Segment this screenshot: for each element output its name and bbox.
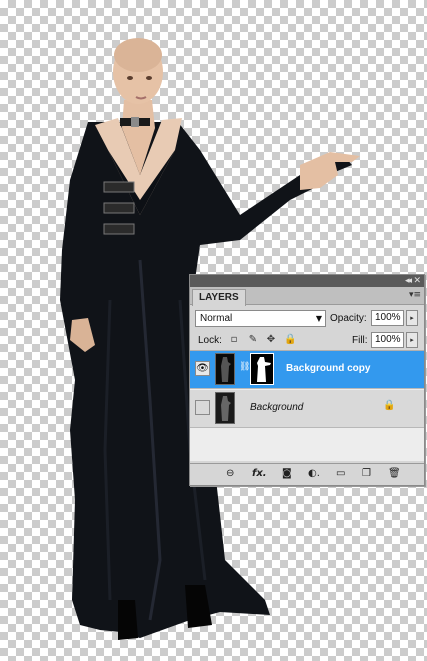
lock-icon: 🔒: [383, 400, 396, 411]
panel-titlebar[interactable]: ◂◂ ✕: [190, 275, 424, 287]
new-layer-icon[interactable]: ❐: [362, 468, 371, 480]
lock-fill-row: Lock: ▫ ✎ ✥ 🔒 Fill: 100% ▸: [190, 329, 424, 351]
eye-icon[interactable]: 👁: [195, 361, 210, 376]
tab-layers[interactable]: LAYERS: [192, 289, 246, 306]
blend-mode-select[interactable]: Normal ▼: [195, 310, 326, 327]
visibility-toggle-empty[interactable]: [195, 400, 210, 415]
fill-input[interactable]: 100%: [371, 332, 404, 348]
mask-link-icon[interactable]: ⛓: [239, 362, 250, 372]
lock-image-pixels-icon[interactable]: ✎: [247, 334, 259, 346]
blend-opacity-row: Normal ▼ Opacity: 100% ▸: [190, 305, 424, 329]
lock-all-icon[interactable]: 🔒: [284, 334, 296, 346]
new-group-icon[interactable]: ▭: [336, 468, 345, 480]
lock-transparent-pixels-icon[interactable]: ▫: [228, 334, 240, 346]
panel-tabs: LAYERS ▾≡: [190, 287, 424, 306]
fill-label: Fill:: [352, 335, 368, 346]
opacity-label: Opacity:: [330, 313, 367, 324]
layers-list: 👁 ⛓ Background copy Background 🔒: [190, 351, 424, 461]
layer-mask-thumbnail[interactable]: [250, 353, 274, 385]
lock-position-icon[interactable]: ✥: [265, 334, 277, 346]
adjustment-layer-icon[interactable]: ◐.: [308, 468, 320, 480]
blend-mode-value: Normal: [200, 313, 233, 324]
opacity-input[interactable]: 100%: [371, 310, 404, 326]
layers-bottom-toolbar: ⊖ fx. ◙ ◐. ▭ ❐ 🗑: [190, 463, 424, 485]
layer-thumbnail: [215, 353, 235, 385]
layer-name: Background: [250, 402, 304, 413]
lock-label: Lock:: [198, 335, 222, 346]
layer-row-background[interactable]: Background 🔒: [190, 390, 424, 428]
delete-layer-icon[interactable]: 🗑: [388, 468, 401, 480]
link-layers-icon[interactable]: ⊖: [226, 468, 234, 480]
chevron-down-icon: ▼: [315, 314, 322, 323]
layer-name: Background copy: [286, 363, 371, 374]
panel-menu-icon[interactable]: ▾≡: [409, 290, 421, 300]
layer-row-background-copy[interactable]: 👁 ⛓ Background copy: [190, 351, 424, 389]
layers-panel: ◂◂ ✕ LAYERS ▾≡ Normal ▼ Opacity: 100% ▸ …: [189, 274, 425, 486]
pointing-hand-shape: [300, 152, 360, 190]
add-mask-icon[interactable]: ◙: [282, 468, 292, 480]
opacity-slider-button[interactable]: ▸: [406, 310, 418, 326]
fill-slider-button[interactable]: ▸: [406, 332, 418, 348]
layer-thumbnail: [215, 392, 235, 424]
collapse-panel-icon[interactable]: ◂◂: [405, 275, 412, 287]
layer-style-icon[interactable]: fx.: [252, 468, 267, 480]
close-panel-icon[interactable]: ✕: [413, 275, 421, 287]
